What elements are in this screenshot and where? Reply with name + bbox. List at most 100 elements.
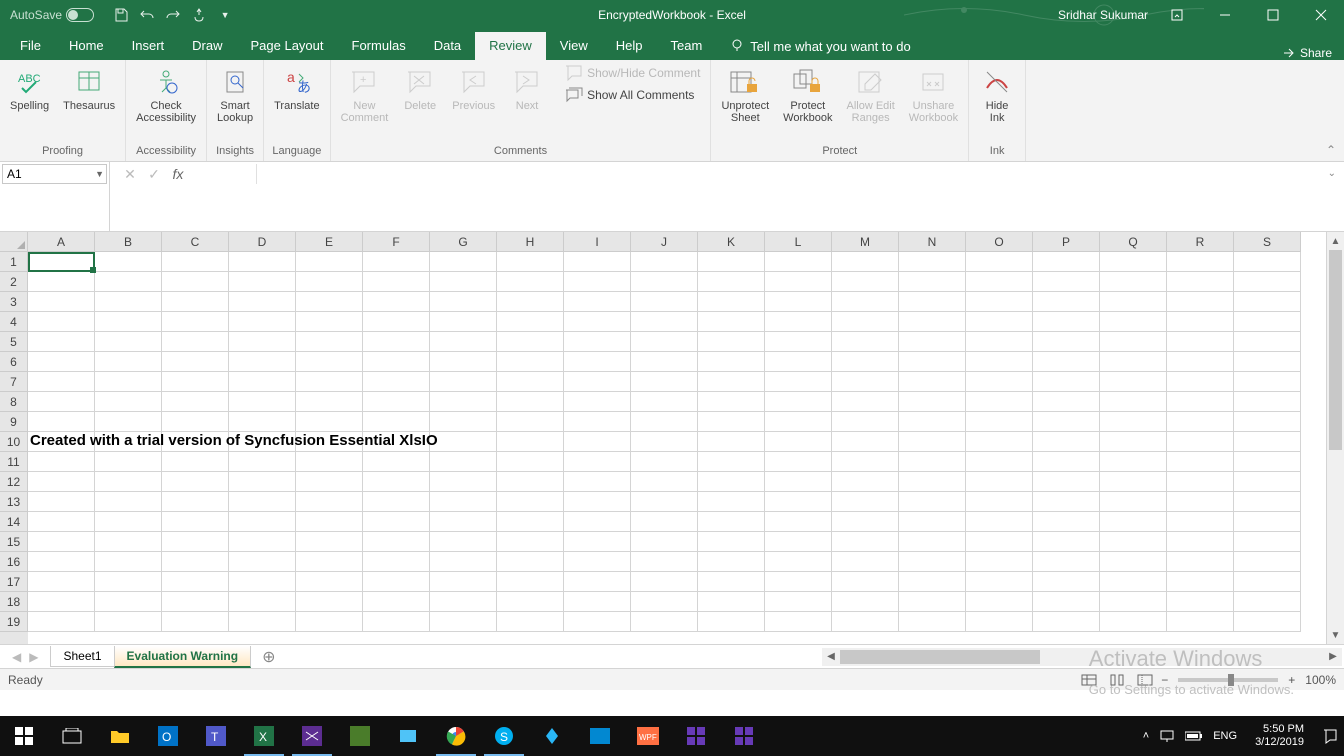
column-header-A[interactable]: A bbox=[28, 232, 95, 252]
taskbar-app-6[interactable] bbox=[720, 716, 768, 756]
name-box[interactable]: A1 ▼ bbox=[2, 164, 107, 184]
cell-N19[interactable] bbox=[899, 612, 966, 632]
cell-K6[interactable] bbox=[698, 352, 765, 372]
vertical-scrollbar[interactable]: ▲ ▼ bbox=[1326, 232, 1344, 644]
cell-E4[interactable] bbox=[296, 312, 363, 332]
cell-O5[interactable] bbox=[966, 332, 1033, 352]
tab-file[interactable]: File bbox=[6, 32, 55, 60]
cell-M5[interactable] bbox=[832, 332, 899, 352]
column-header-J[interactable]: J bbox=[631, 232, 698, 252]
cell-R15[interactable] bbox=[1167, 532, 1234, 552]
cell-K2[interactable] bbox=[698, 272, 765, 292]
cell-J9[interactable] bbox=[631, 412, 698, 432]
cell-A3[interactable] bbox=[28, 292, 95, 312]
cell-O8[interactable] bbox=[966, 392, 1033, 412]
cell-H11[interactable] bbox=[497, 452, 564, 472]
check-accessibility-button[interactable]: Check Accessibility bbox=[132, 64, 200, 126]
cell-J4[interactable] bbox=[631, 312, 698, 332]
cell-Q18[interactable] bbox=[1100, 592, 1167, 612]
row-header-6[interactable]: 6 bbox=[0, 352, 28, 372]
cell-F5[interactable] bbox=[363, 332, 430, 352]
scroll-down-icon[interactable]: ▼ bbox=[1327, 626, 1344, 644]
cell-N5[interactable] bbox=[899, 332, 966, 352]
cell-H5[interactable] bbox=[497, 332, 564, 352]
cell-E12[interactable] bbox=[296, 472, 363, 492]
cell-S8[interactable] bbox=[1234, 392, 1301, 412]
cell-Q14[interactable] bbox=[1100, 512, 1167, 532]
taskbar-app-5[interactable] bbox=[672, 716, 720, 756]
cell-E16[interactable] bbox=[296, 552, 363, 572]
cell-K3[interactable] bbox=[698, 292, 765, 312]
cell-B3[interactable] bbox=[95, 292, 162, 312]
cell-B18[interactable] bbox=[95, 592, 162, 612]
cell-A6[interactable] bbox=[28, 352, 95, 372]
cell-C5[interactable] bbox=[162, 332, 229, 352]
name-box-dropdown-icon[interactable]: ▼ bbox=[95, 169, 104, 179]
cell-A8[interactable] bbox=[28, 392, 95, 412]
cell-A19[interactable] bbox=[28, 612, 95, 632]
scroll-up-icon[interactable]: ▲ bbox=[1327, 232, 1344, 250]
cell-area[interactable]: Created with a trial version of Syncfusi… bbox=[28, 252, 1326, 644]
unprotect-sheet-button[interactable]: Unprotect Sheet bbox=[717, 64, 773, 126]
row-header-19[interactable]: 19 bbox=[0, 612, 28, 632]
close-icon[interactable] bbox=[1298, 0, 1344, 30]
cell-B12[interactable] bbox=[95, 472, 162, 492]
scroll-left-icon[interactable]: ◀ bbox=[822, 651, 840, 662]
cell-F14[interactable] bbox=[363, 512, 430, 532]
cell-R12[interactable] bbox=[1167, 472, 1234, 492]
cell-P7[interactable] bbox=[1033, 372, 1100, 392]
cell-J17[interactable] bbox=[631, 572, 698, 592]
cell-S17[interactable] bbox=[1234, 572, 1301, 592]
cell-I11[interactable] bbox=[564, 452, 631, 472]
cell-P11[interactable] bbox=[1033, 452, 1100, 472]
cell-D5[interactable] bbox=[229, 332, 296, 352]
cell-O13[interactable] bbox=[966, 492, 1033, 512]
cell-L13[interactable] bbox=[765, 492, 832, 512]
cell-F13[interactable] bbox=[363, 492, 430, 512]
cell-D14[interactable] bbox=[229, 512, 296, 532]
cell-R14[interactable] bbox=[1167, 512, 1234, 532]
cell-R1[interactable] bbox=[1167, 252, 1234, 272]
cell-J11[interactable] bbox=[631, 452, 698, 472]
cell-Q5[interactable] bbox=[1100, 332, 1167, 352]
smart-lookup-button[interactable]: Smart Lookup bbox=[213, 64, 257, 126]
sheet-tab-evaluation[interactable]: Evaluation Warning bbox=[114, 646, 252, 668]
cell-H6[interactable] bbox=[497, 352, 564, 372]
cell-E9[interactable] bbox=[296, 412, 363, 432]
cell-J15[interactable] bbox=[631, 532, 698, 552]
cell-G2[interactable] bbox=[430, 272, 497, 292]
cell-M18[interactable] bbox=[832, 592, 899, 612]
start-button[interactable] bbox=[0, 716, 48, 756]
cell-H18[interactable] bbox=[497, 592, 564, 612]
row-header-10[interactable]: 10 bbox=[0, 432, 28, 452]
cell-P2[interactable] bbox=[1033, 272, 1100, 292]
cell-K1[interactable] bbox=[698, 252, 765, 272]
cell-I14[interactable] bbox=[564, 512, 631, 532]
redo-icon[interactable] bbox=[164, 6, 182, 24]
cell-O19[interactable] bbox=[966, 612, 1033, 632]
cell-Q19[interactable] bbox=[1100, 612, 1167, 632]
cell-A18[interactable] bbox=[28, 592, 95, 612]
cell-K19[interactable] bbox=[698, 612, 765, 632]
cell-O17[interactable] bbox=[966, 572, 1033, 592]
cell-C19[interactable] bbox=[162, 612, 229, 632]
cell-Q1[interactable] bbox=[1100, 252, 1167, 272]
cell-K12[interactable] bbox=[698, 472, 765, 492]
row-header-5[interactable]: 5 bbox=[0, 332, 28, 352]
cell-E17[interactable] bbox=[296, 572, 363, 592]
cell-R11[interactable] bbox=[1167, 452, 1234, 472]
cell-G15[interactable] bbox=[430, 532, 497, 552]
cell-I4[interactable] bbox=[564, 312, 631, 332]
cell-H14[interactable] bbox=[497, 512, 564, 532]
cell-Q4[interactable] bbox=[1100, 312, 1167, 332]
cell-R19[interactable] bbox=[1167, 612, 1234, 632]
cell-Q3[interactable] bbox=[1100, 292, 1167, 312]
cell-P1[interactable] bbox=[1033, 252, 1100, 272]
cell-L1[interactable] bbox=[765, 252, 832, 272]
row-header-9[interactable]: 9 bbox=[0, 412, 28, 432]
cell-E18[interactable] bbox=[296, 592, 363, 612]
cell-O6[interactable] bbox=[966, 352, 1033, 372]
protect-workbook-button[interactable]: Protect Workbook bbox=[779, 64, 836, 126]
cell-F11[interactable] bbox=[363, 452, 430, 472]
tray-chevron-icon[interactable]: ˄ bbox=[1143, 730, 1149, 742]
